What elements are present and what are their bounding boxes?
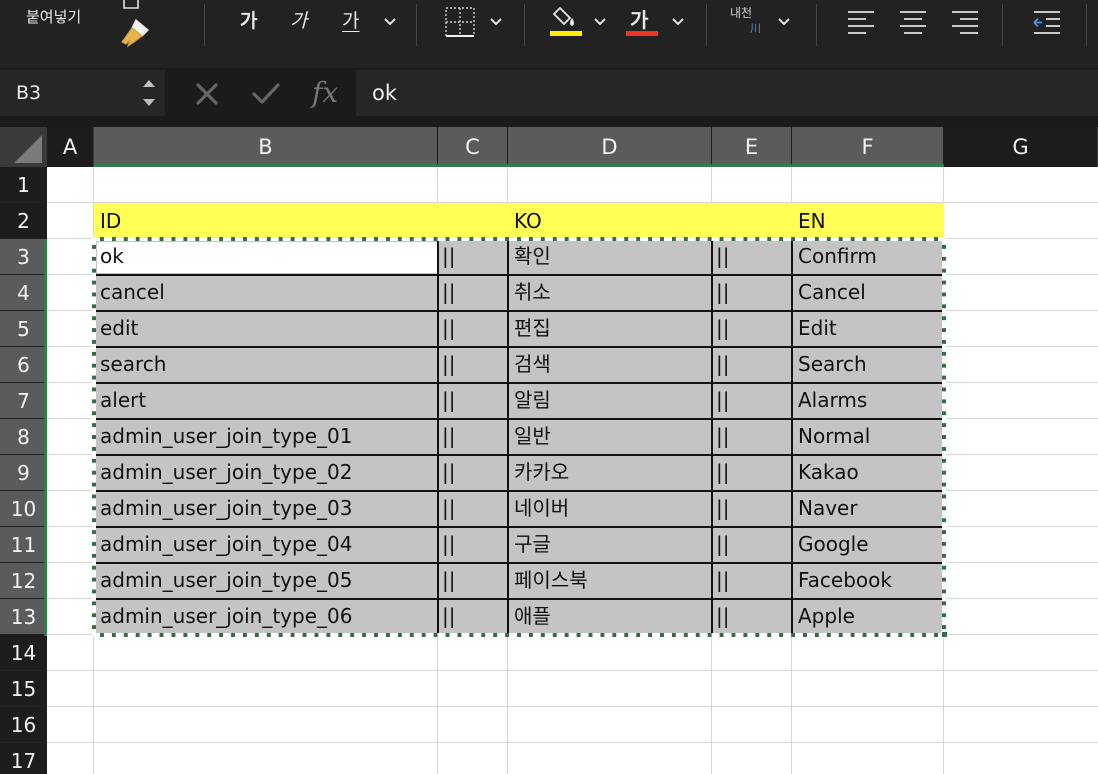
worksheet-grid: ABCDEFG 1 2 3 4 5 6 7 8 9 10 11 12 13 14 15 16 17 ID KO … xyxy=(0,120,1098,774)
column-header-b[interactable]: B xyxy=(94,127,438,167)
underline-chevron-down-icon[interactable] xyxy=(382,14,398,30)
ribbon-separator xyxy=(1002,4,1003,46)
ribbon-separator xyxy=(416,4,417,46)
name-box-value: B3 xyxy=(16,82,42,104)
font-color-swatch xyxy=(626,31,658,36)
underline-button[interactable]: 가 xyxy=(342,6,359,33)
row-header-1[interactable]: 1 xyxy=(0,167,47,203)
row-header-3[interactable]: 3 xyxy=(0,239,47,275)
cancel-formula-icon[interactable] xyxy=(193,80,221,108)
ribbon-separator xyxy=(524,4,525,46)
copy-marquee xyxy=(92,237,946,637)
phonetic-guide-sub: 川 xyxy=(750,22,761,35)
bold-button[interactable]: 가 xyxy=(240,6,257,33)
ribbon-separator xyxy=(706,4,707,46)
formula-value: ok xyxy=(372,81,398,105)
enter-formula-check-icon[interactable] xyxy=(250,80,282,108)
cell-D2-header-ko[interactable]: KO xyxy=(514,203,542,239)
paste-button[interactable]: 붙여넣기 xyxy=(26,6,81,27)
row-header-9[interactable]: 9 xyxy=(0,455,47,491)
name-box[interactable]: B3 xyxy=(0,70,165,116)
align-center-icon[interactable] xyxy=(898,8,928,36)
borders-icon[interactable] xyxy=(444,6,476,38)
column-header-g[interactable]: G xyxy=(944,127,1098,167)
row-header-15[interactable]: 15 xyxy=(0,671,47,707)
italic-button[interactable]: 가 xyxy=(290,6,307,33)
decrease-indent-icon[interactable] xyxy=(1032,8,1062,36)
row-header-4[interactable]: 4 xyxy=(0,275,47,311)
insert-function-fx-icon[interactable]: fx xyxy=(312,76,338,109)
row-header-13[interactable]: 13 xyxy=(0,599,47,635)
row-header-12[interactable]: 12 xyxy=(0,563,47,599)
row-header-11[interactable]: 11 xyxy=(0,527,47,563)
cell-area[interactable]: ID KO EN ok || 확인 || Confirm cancel || 취소 || Canc… xyxy=(47,167,1098,774)
column-header-f[interactable]: F xyxy=(792,127,944,167)
cell-F2-header-en[interactable]: EN xyxy=(798,203,826,239)
column-header-d[interactable]: D xyxy=(508,127,712,167)
row-header-8[interactable]: 8 xyxy=(0,419,47,455)
ribbon-separator xyxy=(816,4,817,46)
row-header-6[interactable]: 6 xyxy=(0,347,47,383)
ribbon-toolbar: 붙여넣기 가 가 가 가 내천 川 xyxy=(0,0,1098,68)
fill-color-bucket-icon[interactable] xyxy=(550,4,582,30)
ribbon-separator xyxy=(1086,4,1087,46)
row-header-17[interactable]: 17 xyxy=(0,743,47,774)
name-box-stepper-icon[interactable] xyxy=(140,75,158,111)
align-right-icon[interactable] xyxy=(950,8,980,36)
font-color-chevron-down-icon[interactable] xyxy=(670,14,686,30)
align-left-icon[interactable] xyxy=(846,8,876,36)
row-header-10[interactable]: 10 xyxy=(0,491,47,527)
row-header-16[interactable]: 16 xyxy=(0,707,47,743)
phonetic-guide-button[interactable]: 내천 xyxy=(730,4,752,21)
column-header-a[interactable]: A xyxy=(47,127,94,167)
phonetic-chevron-down-icon[interactable] xyxy=(776,14,792,30)
format-painter-icon[interactable] xyxy=(118,16,156,48)
row-header-2[interactable]: 2 xyxy=(0,203,47,239)
formula-bar: B3 fx ok xyxy=(0,68,1098,120)
fill-color-swatch xyxy=(550,31,582,36)
clipboard-icon xyxy=(123,0,139,9)
row-header-14[interactable]: 14 xyxy=(0,635,47,671)
fill-color-chevron-down-icon[interactable] xyxy=(592,14,608,30)
column-header-e[interactable]: E xyxy=(712,127,792,167)
fill-handle[interactable] xyxy=(941,631,948,638)
column-headers: ABCDEFG xyxy=(0,127,1098,167)
borders-chevron-down-icon[interactable] xyxy=(488,14,504,30)
font-color-button[interactable]: 가 xyxy=(630,4,648,33)
ribbon-separator xyxy=(204,4,205,46)
cell-B2-header-id[interactable]: ID xyxy=(100,203,121,239)
formula-input[interactable]: ok xyxy=(356,70,1098,116)
row-header-5[interactable]: 5 xyxy=(0,311,47,347)
column-header-c[interactable]: C xyxy=(438,127,508,167)
row-header-7[interactable]: 7 xyxy=(0,383,47,419)
